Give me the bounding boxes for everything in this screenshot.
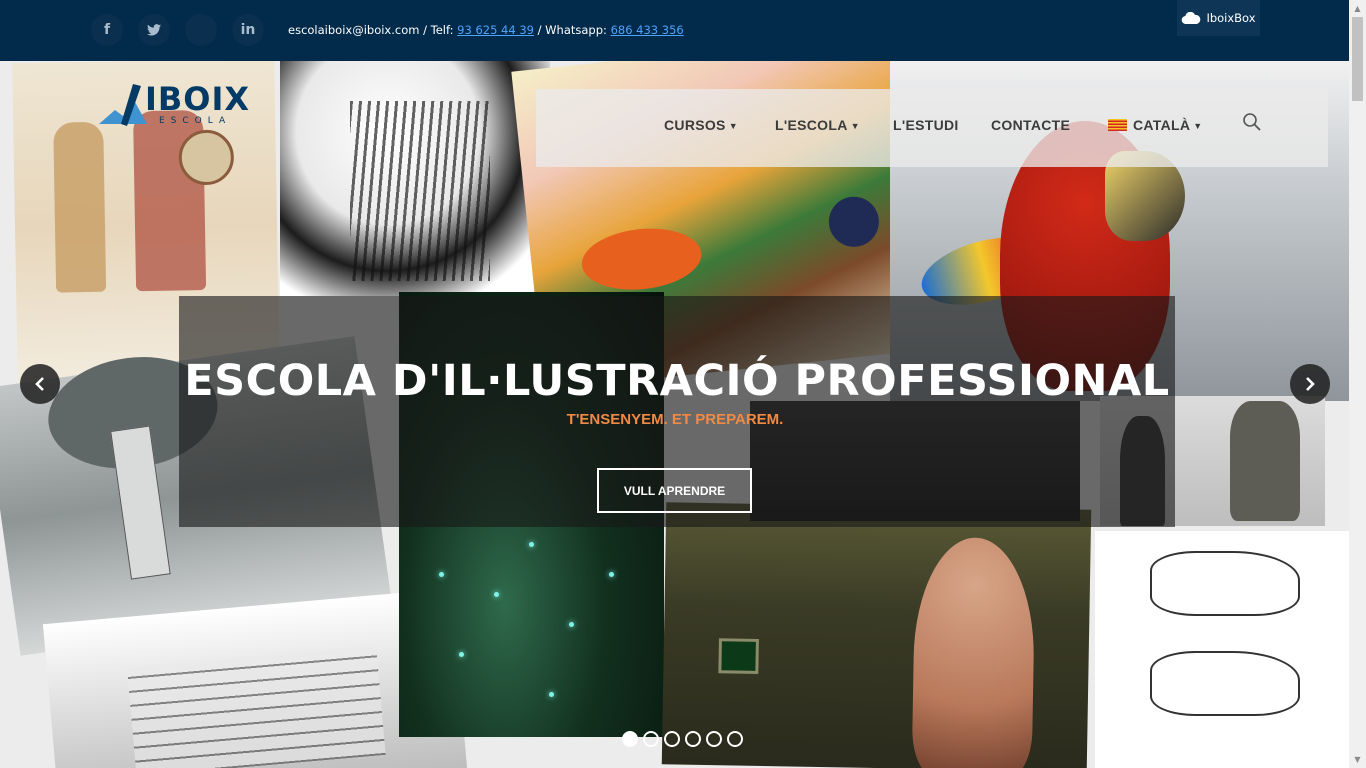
caret-down-icon: ▼	[1193, 121, 1203, 131]
illustration-vehicle-sketch	[1095, 531, 1349, 768]
email-text: escolaiboix@iboix.com	[288, 23, 420, 37]
nav-lestudi[interactable]: L'ESTUDI	[893, 117, 959, 133]
search-icon[interactable]	[1242, 112, 1262, 132]
page-scrollbar[interactable]: ▲ ▼	[1349, 0, 1366, 768]
social-blank-icon[interactable]	[185, 14, 217, 46]
slider-dot[interactable]	[622, 731, 638, 747]
iboix-logo[interactable]: IBOIX ESCOLA	[97, 80, 252, 132]
illustration-ink-face	[280, 61, 550, 296]
nav-contacte[interactable]: CONTACTE	[991, 117, 1070, 133]
scroll-down-icon[interactable]: ▼	[1349, 751, 1366, 768]
linkedin-icon[interactable]: in	[232, 14, 264, 46]
scroll-thumb[interactable]	[1352, 17, 1363, 101]
slider-dot[interactable]	[727, 731, 743, 747]
logo-text: IBOIX	[145, 80, 251, 118]
slider-dot[interactable]	[664, 731, 680, 747]
twitter-icon[interactable]	[138, 14, 170, 46]
slider-next-button[interactable]	[1290, 364, 1330, 404]
cloud-icon	[1182, 12, 1201, 24]
nav-language[interactable]: CATALÀ ▼	[1108, 117, 1203, 133]
logo-mark-icon	[99, 84, 147, 126]
caret-down-icon: ▼	[728, 121, 738, 131]
logo-subtext: ESCOLA	[159, 116, 232, 126]
slider-dots	[622, 731, 743, 747]
slide-title: ESCOLA D'IL·LUSTRACIÓ PROFESSIONAL	[184, 356, 1170, 406]
slider-dot[interactable]	[685, 731, 701, 747]
illustration-girl-room	[661, 502, 1092, 768]
whatsapp-link[interactable]: 686 433 356	[611, 23, 684, 37]
slider-dot[interactable]	[706, 731, 722, 747]
chevron-right-icon	[1306, 377, 1315, 391]
facebook-icon[interactable]: f	[91, 14, 123, 46]
slide-subtitle: T'ENSENYEM. ET PREPAREM.	[566, 411, 784, 428]
contact-line: escolaiboix@iboix.com / Telf: 93 625 44 …	[288, 23, 684, 37]
catalan-flag-icon	[1108, 119, 1127, 131]
nav-cursos[interactable]: CURSOS ▼	[664, 117, 738, 133]
nav-lescola[interactable]: L'ESCOLA ▼	[775, 117, 860, 133]
iboixbox-button[interactable]: IboixBox	[1177, 0, 1260, 36]
slider-dot[interactable]	[643, 731, 659, 747]
phone-link[interactable]: 93 625 44 39	[457, 23, 534, 37]
iboixbox-label: IboixBox	[1206, 11, 1256, 25]
chevron-left-icon	[35, 377, 44, 391]
slider-prev-button[interactable]	[20, 364, 60, 404]
caret-down-icon: ▼	[850, 121, 860, 131]
top-bar: f in escolaiboix@iboix.com / Telf: 93 62…	[0, 0, 1349, 61]
scroll-up-icon[interactable]: ▲	[1349, 0, 1366, 17]
vull-aprendre-button[interactable]: VULL APRENDRE	[597, 468, 752, 513]
